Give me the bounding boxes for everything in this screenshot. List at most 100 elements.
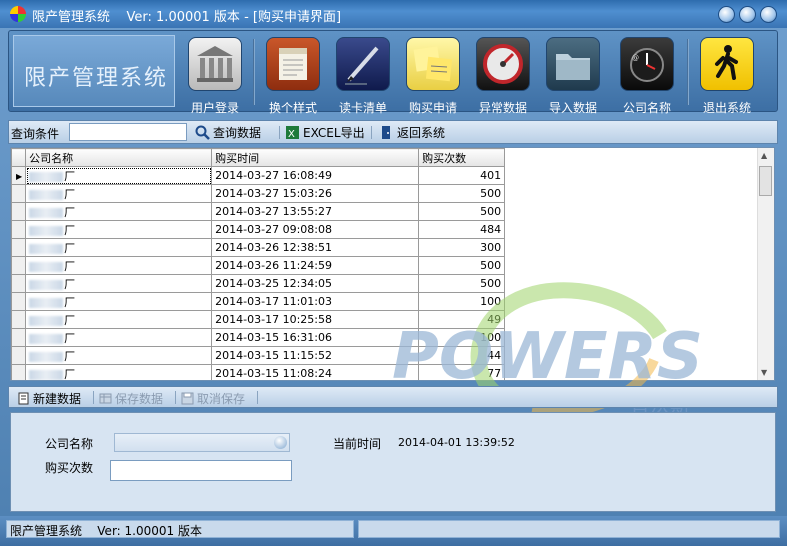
- row-indicator[interactable]: [11, 220, 27, 239]
- search-data-button[interactable]: 查询数据: [195, 124, 261, 141]
- cell-company-name[interactable]: 厂: [25, 220, 213, 239]
- scroll-up-icon[interactable]: ▲: [761, 151, 767, 160]
- cancel-save-button[interactable]: 取消保存: [181, 390, 245, 407]
- cell-company-name[interactable]: 厂: [25, 166, 213, 185]
- status-pane-app: 限产管理系统 Ver: 1.00001 版本: [6, 520, 354, 538]
- cell-purchase-time[interactable]: 2014-03-26 11:24:59: [211, 256, 420, 275]
- table-row[interactable]: 厂 2014-03-25 12:34:05 500: [11, 274, 506, 293]
- cell-purchase-count[interactable]: 44: [418, 346, 506, 365]
- current-row-indicator[interactable]: ▶: [11, 166, 27, 185]
- cell-company-name[interactable]: 厂: [25, 238, 213, 257]
- cell-purchase-time[interactable]: 2014-03-15 16:31:06: [211, 328, 420, 347]
- toolbar-company-name-button[interactable]: @ 公司名称: [615, 35, 679, 115]
- cell-purchase-count[interactable]: 500: [418, 256, 506, 275]
- toolbar-change-style-button[interactable]: 换个样式: [261, 35, 325, 115]
- query-condition-input[interactable]: [69, 123, 187, 141]
- company-name-combobox[interactable]: [114, 433, 290, 452]
- table-row[interactable]: 厂 2014-03-27 09:08:08 484: [11, 220, 506, 239]
- scroll-down-icon[interactable]: ▼: [761, 368, 767, 377]
- cell-company-name[interactable]: 厂: [25, 310, 213, 329]
- current-row-arrow-icon: ▶: [16, 172, 23, 181]
- return-system-button[interactable]: 返回系统: [379, 124, 445, 141]
- save-data-label: 保存数据: [115, 392, 164, 406]
- cell-purchase-time[interactable]: 2014-03-15 11:15:52: [211, 346, 420, 365]
- save-data-button[interactable]: 保存数据: [99, 390, 163, 407]
- table-row[interactable]: 厂 2014-03-27 15:03:26 500: [11, 184, 506, 203]
- minimize-button[interactable]: [718, 6, 735, 23]
- row-indicator[interactable]: [11, 364, 27, 380]
- row-indicator[interactable]: [11, 202, 27, 221]
- cell-purchase-time[interactable]: 2014-03-17 11:01:03: [211, 292, 420, 311]
- maximize-button[interactable]: [739, 6, 756, 23]
- return-system-label: 返回系统: [397, 126, 446, 140]
- toolbar-purchase-request-button[interactable]: 购买申请: [401, 35, 465, 115]
- floppy-disk-icon: [181, 392, 194, 405]
- cell-purchase-count[interactable]: 401: [418, 166, 506, 185]
- vertical-scrollbar[interactable]: ▲ ▼: [757, 148, 774, 380]
- company-name-text: 厂: [64, 241, 76, 255]
- column-header-time[interactable]: 购买时间: [211, 148, 420, 167]
- table-row[interactable]: ▶ 厂 2014-03-27 16:08:49 401: [11, 166, 506, 185]
- cell-company-name[interactable]: 厂: [25, 346, 213, 365]
- company-name-text: 厂: [64, 331, 76, 345]
- cell-purchase-count[interactable]: 100: [418, 328, 506, 347]
- cell-purchase-time[interactable]: 2014-03-27 13:55:27: [211, 202, 420, 221]
- table-row[interactable]: 厂 2014-03-15 11:15:52 44: [11, 346, 506, 365]
- table-row[interactable]: 厂 2014-03-15 11:08:24 77: [11, 364, 506, 380]
- cell-purchase-time[interactable]: 2014-03-27 15:03:26: [211, 184, 420, 203]
- cell-purchase-count[interactable]: 500: [418, 274, 506, 293]
- cell-company-name[interactable]: 厂: [25, 292, 213, 311]
- cell-purchase-time[interactable]: 2014-03-17 10:25:58: [211, 310, 420, 329]
- table-row[interactable]: 厂 2014-03-17 11:01:03 100: [11, 292, 506, 311]
- cell-company-name[interactable]: 厂: [25, 274, 213, 293]
- cell-company-name[interactable]: 厂: [25, 364, 213, 380]
- close-button[interactable]: [760, 6, 777, 23]
- table-row[interactable]: 厂 2014-03-15 16:31:06 100: [11, 328, 506, 347]
- status-app-name: 限产管理系统: [10, 524, 83, 538]
- table-row[interactable]: 厂 2014-03-26 11:24:59 500: [11, 256, 506, 275]
- toolbar-exit-button[interactable]: 退出系统: [695, 35, 759, 115]
- cell-purchase-count[interactable]: 500: [418, 184, 506, 203]
- cell-purchase-count[interactable]: 100: [418, 292, 506, 311]
- cell-purchase-time[interactable]: 2014-03-25 12:34:05: [211, 274, 420, 293]
- dropdown-arrow-icon[interactable]: [274, 436, 287, 449]
- cell-purchase-count[interactable]: 484: [418, 220, 506, 239]
- row-indicator[interactable]: [11, 238, 27, 257]
- cell-purchase-time[interactable]: 2014-03-27 16:08:49: [211, 166, 420, 185]
- table-row[interactable]: 厂 2014-03-27 13:55:27 500: [11, 202, 506, 221]
- scrollbar-thumb[interactable]: [759, 166, 772, 196]
- cell-company-name[interactable]: 厂: [25, 328, 213, 347]
- purchase-data-grid[interactable]: 公司名称 购买时间 购买次数 ▶ 厂 2014-03-27 16:08:49 401 厂…: [10, 147, 775, 381]
- cell-company-name[interactable]: 厂: [25, 202, 213, 221]
- cell-purchase-count[interactable]: 77: [418, 364, 506, 380]
- cell-purchase-count[interactable]: 49: [418, 310, 506, 329]
- cell-purchase-time[interactable]: 2014-03-27 09:08:08: [211, 220, 420, 239]
- cell-purchase-count[interactable]: 500: [418, 202, 506, 221]
- new-data-button[interactable]: 新建数据: [17, 390, 81, 407]
- column-header-count[interactable]: 购买次数: [418, 148, 506, 167]
- row-indicator[interactable]: [11, 184, 27, 203]
- row-indicator[interactable]: [11, 274, 27, 293]
- row-indicator[interactable]: [11, 328, 27, 347]
- toolbar-user-login-button[interactable]: 用户登录: [183, 35, 247, 115]
- toolbar-import-data-button[interactable]: 导入数据: [541, 35, 605, 115]
- cell-purchase-time[interactable]: 2014-03-15 11:08:24: [211, 364, 420, 380]
- toolbar-abnormal-data-button[interactable]: 异常数据: [471, 35, 535, 115]
- row-indicator[interactable]: [11, 346, 27, 365]
- toolbar-card-list-button[interactable]: 读卡清单: [331, 35, 395, 115]
- row-indicator[interactable]: [11, 292, 27, 311]
- excel-export-button[interactable]: X EXCEL导出: [285, 124, 365, 141]
- bank-building-icon: [188, 37, 242, 91]
- cell-purchase-count[interactable]: 300: [418, 238, 506, 257]
- cell-company-name[interactable]: 厂: [25, 256, 213, 275]
- company-name-text: 厂: [64, 205, 76, 219]
- row-indicator[interactable]: [11, 310, 27, 329]
- column-header-company[interactable]: 公司名称: [25, 148, 213, 167]
- redacted-text: [29, 243, 64, 254]
- cell-company-name[interactable]: 厂: [25, 184, 213, 203]
- table-row[interactable]: 厂 2014-03-17 10:25:58 49: [11, 310, 506, 329]
- purchase-count-input[interactable]: [110, 460, 292, 481]
- table-row[interactable]: 厂 2014-03-26 12:38:51 300: [11, 238, 506, 257]
- cell-purchase-time[interactable]: 2014-03-26 12:38:51: [211, 238, 420, 257]
- row-indicator[interactable]: [11, 256, 27, 275]
